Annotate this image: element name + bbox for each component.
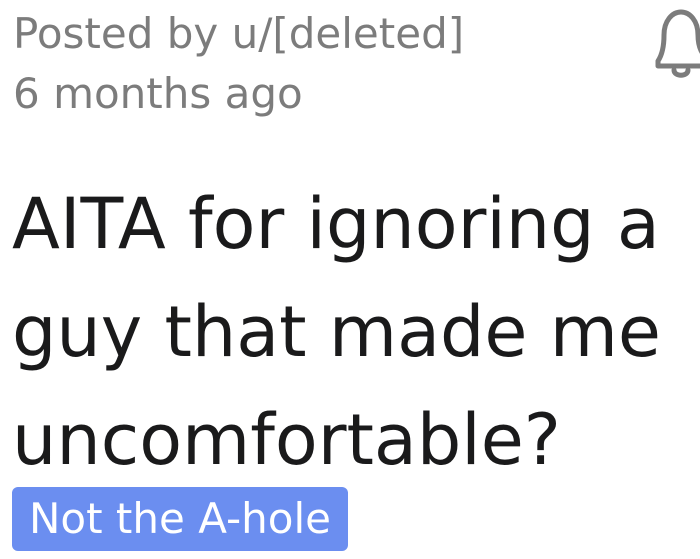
posted-by-label[interactable]: Posted by u/[deleted] — [13, 4, 464, 64]
post-title-line-2: guy that made me — [12, 291, 661, 373]
post-title-line-3: uncomfortable? — [12, 399, 561, 481]
post-flair-badge[interactable]: Not the A-hole — [12, 487, 348, 551]
post-title[interactable]: AITA for ignoring a guy that made me unc… — [12, 170, 700, 494]
bell-icon[interactable] — [652, 4, 700, 84]
post-timestamp: 6 months ago — [13, 69, 303, 118]
post-meta: Posted by u/[deleted] 6 months ago — [13, 4, 464, 124]
post-title-line-1: AITA for ignoring a — [12, 183, 660, 265]
